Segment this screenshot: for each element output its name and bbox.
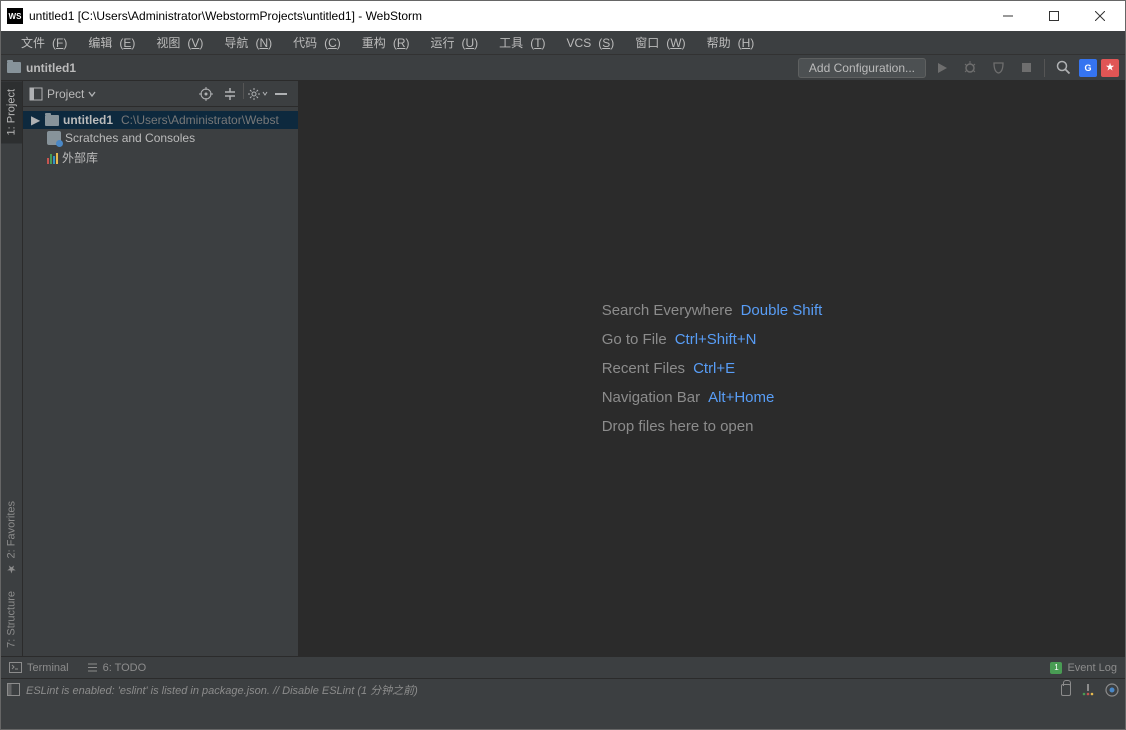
- menu-view[interactable]: 视图(V): [142, 34, 210, 51]
- left-tool-gutter: 1: Project ★ 2: Favorites 7: Structure: [1, 81, 23, 656]
- welcome-navbar-row: Navigation BarAlt+Home: [602, 389, 823, 406]
- window-title: untitled1 [C:\Users\Administrator\Websto…: [29, 9, 985, 23]
- minimize-button[interactable]: [985, 1, 1031, 31]
- folder-icon: [45, 115, 59, 126]
- menu-vcs[interactable]: VCS(S): [553, 36, 622, 50]
- welcome-panel: Search EverywhereDouble Shift Go to File…: [602, 290, 823, 447]
- editor-area[interactable]: Search EverywhereDouble Shift Go to File…: [299, 81, 1125, 656]
- event-log-icon: 1: [1050, 662, 1062, 674]
- project-tool-window: Project ▶ untitled1 C:\Users\Administrat…: [23, 81, 299, 656]
- shortcut: Ctrl+E: [693, 360, 735, 377]
- folder-icon: [7, 62, 21, 73]
- terminal-tab[interactable]: Terminal: [9, 662, 69, 674]
- menu-navigate[interactable]: 导航(N): [210, 34, 279, 51]
- bottom-tool-bar: Terminal 6: TODO 1 Event Log: [1, 656, 1125, 678]
- separator: [1044, 59, 1045, 77]
- shortcut: Alt+Home: [708, 389, 774, 406]
- menu-code[interactable]: 代码(C): [279, 34, 348, 51]
- add-configuration-button[interactable]: Add Configuration...: [798, 58, 926, 78]
- menu-bar: 文件(F) 编辑(E) 视图(V) 导航(N) 代码(C) 重构(R) 运行(U…: [1, 31, 1125, 55]
- tree-item-name: 外部库: [62, 149, 98, 166]
- hide-button[interactable]: [270, 83, 292, 105]
- gutter-favorites-tab[interactable]: ★ 2: Favorites: [1, 493, 22, 583]
- terminal-label: Terminal: [27, 662, 69, 674]
- search-everywhere-button[interactable]: [1051, 57, 1075, 79]
- tree-item-path: C:\Users\Administrator\Webst: [121, 113, 279, 127]
- translator-badge-icon[interactable]: G: [1079, 59, 1097, 77]
- todo-tab[interactable]: 6: TODO: [87, 662, 147, 674]
- todo-label: 6: TODO: [103, 662, 147, 674]
- menu-run[interactable]: 运行(U): [416, 34, 485, 51]
- menu-window[interactable]: 窗口(W): [621, 34, 692, 51]
- close-button[interactable]: [1077, 1, 1123, 31]
- project-toolbar: Project: [23, 81, 298, 107]
- tree-item-name: Scratches and Consoles: [65, 131, 195, 145]
- separator: [243, 83, 244, 99]
- menu-refactor[interactable]: 重构(R): [348, 34, 417, 51]
- status-bar: ESLint is enabled: 'eslint' is listed in…: [1, 678, 1125, 700]
- window-titlebar: WS untitled1 [C:\Users\Administrator\Web…: [1, 1, 1125, 31]
- terminal-icon: [9, 662, 22, 673]
- collapse-all-button[interactable]: [219, 83, 241, 105]
- debug-button[interactable]: [958, 57, 982, 79]
- locate-button[interactable]: [195, 83, 217, 105]
- project-tree: ▶ untitled1 C:\Users\Administrator\Webst…: [23, 107, 298, 172]
- event-log-label: Event Log: [1067, 662, 1117, 674]
- status-message[interactable]: ESLint is enabled: 'eslint' is listed in…: [26, 682, 1055, 698]
- menu-tools[interactable]: 工具(T): [485, 34, 552, 51]
- breadcrumb[interactable]: untitled1: [7, 61, 76, 75]
- scratches-icon: [47, 131, 61, 145]
- menu-edit[interactable]: 编辑(E): [74, 34, 142, 51]
- gutter-structure-tab[interactable]: 7: Structure: [1, 583, 22, 656]
- shortcut: Ctrl+Shift+N: [675, 331, 757, 348]
- shortcut: Double Shift: [741, 302, 823, 319]
- chrome-icon[interactable]: [1105, 683, 1119, 697]
- chevron-down-icon: [88, 90, 96, 98]
- welcome-recent-row: Recent FilesCtrl+E: [602, 360, 823, 377]
- project-view-selector[interactable]: Project: [29, 87, 96, 101]
- navigation-bar: untitled1 Add Configuration... G ★: [1, 55, 1125, 81]
- welcome-search-row: Search EverywhereDouble Shift: [602, 302, 823, 319]
- maximize-button[interactable]: [1031, 1, 1077, 31]
- welcome-drop-row: Drop files here to open: [602, 418, 823, 435]
- expand-arrow-icon[interactable]: ▶: [31, 113, 41, 127]
- tree-scratches-item[interactable]: Scratches and Consoles: [23, 129, 298, 147]
- tree-external-item[interactable]: 外部库: [23, 147, 298, 168]
- menu-help[interactable]: 帮助(H): [693, 34, 762, 51]
- lock-icon[interactable]: [1061, 684, 1071, 696]
- gutter-project-tab[interactable]: 1: Project: [1, 81, 22, 143]
- settings-button[interactable]: [246, 83, 268, 105]
- todo-icon: [87, 662, 98, 673]
- stop-button[interactable]: [1014, 57, 1038, 79]
- tree-root-item[interactable]: ▶ untitled1 C:\Users\Administrator\Webst: [23, 111, 298, 129]
- breadcrumb-label: untitled1: [26, 61, 76, 75]
- project-view-label: Project: [47, 87, 84, 101]
- menu-file[interactable]: 文件(F): [7, 34, 74, 51]
- run-coverage-button[interactable]: [986, 57, 1010, 79]
- extension-badge-icon[interactable]: ★: [1101, 59, 1119, 77]
- toolwindow-toggle-icon[interactable]: [7, 683, 20, 696]
- welcome-gotofile-row: Go to FileCtrl+Shift+N: [602, 331, 823, 348]
- event-log-tab[interactable]: 1 Event Log: [1050, 662, 1117, 674]
- run-button[interactable]: [930, 57, 954, 79]
- project-icon: [29, 87, 43, 101]
- tree-item-name: untitled1: [63, 113, 113, 127]
- inspector-icon[interactable]: [1081, 683, 1095, 697]
- app-icon: WS: [7, 8, 23, 24]
- libraries-icon: [47, 152, 58, 164]
